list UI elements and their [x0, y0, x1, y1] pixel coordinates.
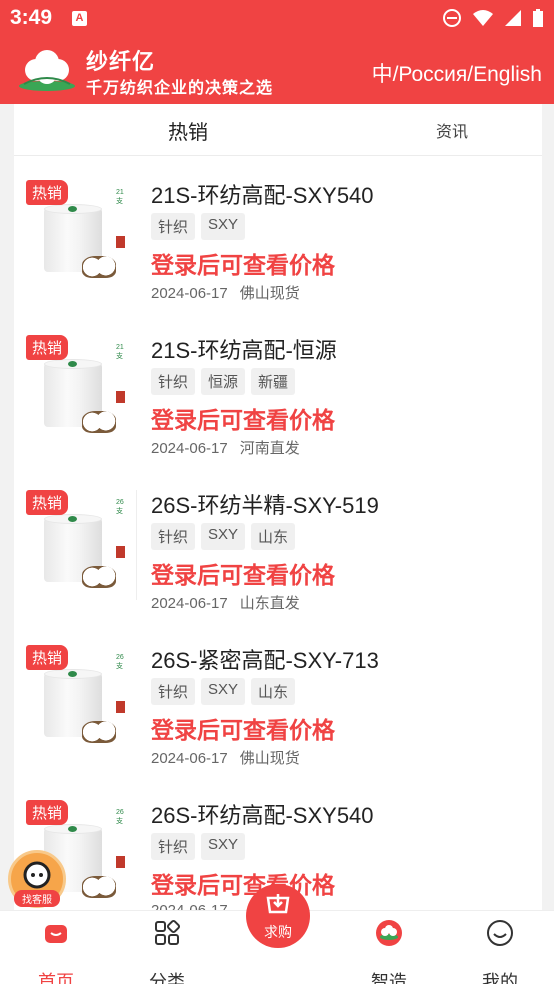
product-tags: 针织 SXY 山东: [151, 523, 296, 550]
app-notification-icon: A: [72, 11, 87, 26]
tab-hot-sale[interactable]: 热销: [168, 116, 208, 145]
product-date: 2024-06-17: [151, 285, 228, 302]
category-grid-icon: [155, 919, 181, 945]
product-date: 2024-06-17: [151, 750, 228, 767]
status-bar: 3:49 A: [0, 0, 554, 36]
hot-badge: 热销: [26, 645, 69, 670]
product-location: 山东直发: [239, 595, 300, 612]
product-date: 2024-06-17: [151, 440, 228, 457]
nav-smart-manufacture[interactable]: 智造: [349, 919, 429, 984]
product-tags: 针织 SXY 山东: [151, 678, 296, 705]
nav-profile-label: 我的: [482, 972, 518, 984]
product-tags: 针织 SXY: [151, 213, 246, 240]
product-tag: SXY: [201, 678, 246, 705]
product-tag: 针织: [151, 678, 196, 705]
dnd-icon: [443, 9, 461, 27]
profile-smile-icon: [487, 920, 513, 946]
brand-name: 纱纤亿: [86, 49, 156, 74]
product-meta: 2024-06-17 山东直发: [151, 592, 300, 613]
hot-badge: 热销: [26, 800, 69, 825]
tab-bar: 热销 资讯: [14, 104, 542, 156]
system-icons: [442, 8, 544, 28]
home-icon: [45, 925, 67, 943]
product-item[interactable]: 21支 热销 21S-环纺高配-SXY540 针织 SXY 登录后可查看价格 2…: [14, 178, 542, 333]
nav-home-label: 首页: [38, 972, 74, 984]
product-title: 26S-环纺高配-SXY540: [151, 803, 374, 828]
product-item[interactable]: 26支 热销 26S-环纺半精-SXY-519 针织 SXY 山东 登录后可查看…: [14, 488, 542, 643]
headset-icon: [23, 861, 51, 889]
product-title: 21S-环纺高配-恒源: [151, 338, 337, 363]
product-meta: 2024-06-17: [151, 902, 240, 910]
signal-icon: [505, 10, 521, 26]
wifi-icon: [473, 10, 493, 26]
hot-badge: 热销: [26, 490, 69, 515]
login-to-view-price[interactable]: 登录后可查看价格: [151, 556, 335, 590]
buy-request-icon: [266, 894, 290, 914]
smart-manufacture-icon: [376, 920, 402, 946]
product-tags: 针织 SXY: [151, 833, 246, 860]
login-to-view-price[interactable]: 登录后可查看价格: [151, 246, 335, 280]
product-tags: 针织 恒源 新疆: [151, 368, 296, 395]
product-tag: 针织: [151, 213, 196, 240]
product-date: 2024-06-17: [151, 902, 228, 910]
brand-slogan: 千万纺织企业的决策之选: [86, 80, 274, 97]
customer-service-label: 找客服: [14, 890, 60, 907]
product-meta: 2024-06-17 佛山现货: [151, 747, 300, 768]
product-item[interactable]: 21支 热销 21S-环纺高配-恒源 针织 恒源 新疆 登录后可查看价格 202…: [14, 333, 542, 488]
customer-service-float-button[interactable]: 找客服: [8, 850, 66, 912]
nav-home[interactable]: 首页: [16, 919, 96, 984]
hot-badge: 热销: [26, 335, 69, 360]
product-tag: 山东: [251, 678, 296, 705]
product-tag: 山东: [251, 523, 296, 550]
product-tag: SXY: [201, 833, 246, 860]
nav-category-label: 分类: [149, 972, 185, 984]
product-location: 佛山现货: [239, 285, 300, 302]
login-to-view-price[interactable]: 登录后可查看价格: [151, 711, 335, 745]
login-to-view-price[interactable]: 登录后可查看价格: [151, 401, 335, 435]
app-header: 纱纤亿 千万纺织企业的决策之选 中/Россия/English: [0, 36, 554, 104]
product-title: 26S-环纺半精-SXY-519: [151, 493, 379, 518]
product-location: 河南直发: [239, 440, 300, 457]
product-title: 21S-环纺高配-SXY540: [151, 183, 374, 208]
product-item[interactable]: 26支 热销 26S-紧密高配-SXY-713 针织 SXY 山东 登录后可查看…: [14, 643, 542, 798]
nav-buy-request-button[interactable]: 求购: [246, 884, 310, 948]
nav-buy-request-label: 求购: [264, 924, 292, 940]
product-meta: 2024-06-17 佛山现货: [151, 282, 300, 303]
nav-smart-manufacture-label: 智造: [371, 972, 407, 984]
product-date: 2024-06-17: [151, 595, 228, 612]
battery-icon: [533, 9, 543, 27]
status-time: 3:49: [10, 6, 53, 29]
hot-badge: 热销: [26, 180, 69, 205]
product-tag: 恒源: [201, 368, 246, 395]
login-to-view-price[interactable]: 登录后可查看价格: [151, 866, 335, 900]
product-tag: 针织: [151, 523, 196, 550]
product-meta: 2024-06-17 河南直发: [151, 437, 300, 458]
product-location: 佛山现货: [239, 750, 300, 767]
cotton-logo-icon: [19, 50, 75, 91]
product-tag: 针织: [151, 833, 196, 860]
product-tag: SXY: [201, 523, 246, 550]
tab-news[interactable]: 资讯: [436, 118, 468, 142]
nav-category[interactable]: 分类: [127, 919, 207, 984]
product-tag: 新疆: [251, 368, 296, 395]
nav-profile[interactable]: 我的: [460, 919, 540, 984]
product-tag: 针织: [151, 368, 196, 395]
language-switch[interactable]: 中/Россия/English: [372, 58, 542, 88]
product-tag: SXY: [201, 213, 246, 240]
product-title: 26S-紧密高配-SXY-713: [151, 648, 379, 673]
product-list-panel: 热销 资讯 21支 热销 21S-环纺高配-SXY540 针织 SXY 登录后可…: [14, 104, 542, 910]
